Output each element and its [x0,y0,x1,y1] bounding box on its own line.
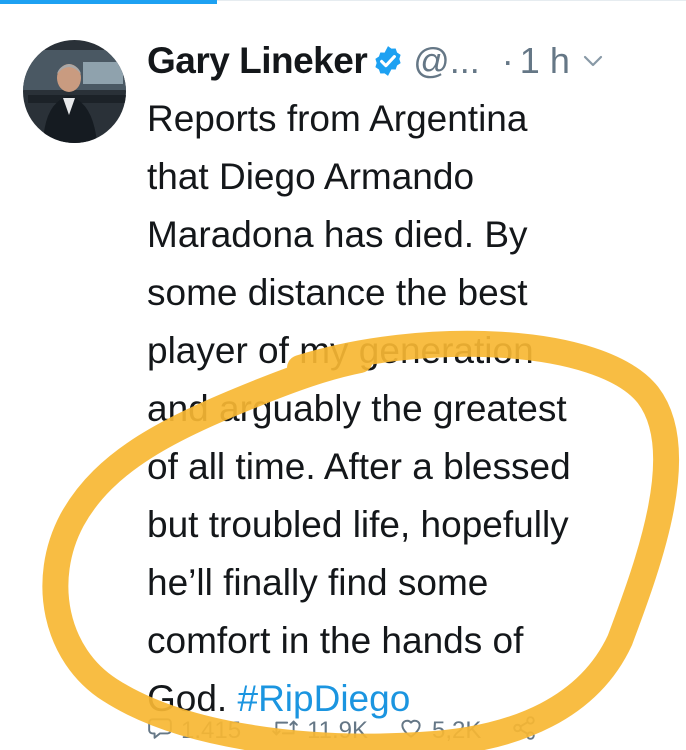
like-button[interactable]: 5,2K [398,715,481,748]
tweet-header: Gary Lineker @... · 1 h [147,36,677,86]
retweet-count: 11.9K [307,717,368,744]
tweet-line: he’ll finally find some [147,562,489,603]
tweet-time[interactable]: 1 h [520,40,570,82]
tweet-line: Maradona has died. By [147,214,528,255]
tweet-line: but troubled life, hopefully [147,504,569,545]
author-name[interactable]: Gary Lineker [147,40,368,82]
active-tab-indicator [0,0,217,4]
tweet-line: of all time. After a blessed [147,446,571,487]
tweet-line: some distance the best [147,272,528,313]
tweet-actions: 1.415 11.9K 5,2K [147,712,667,750]
reply-icon [147,715,173,748]
share-icon [511,715,537,748]
avatar[interactable] [23,40,126,143]
author-handle[interactable]: @... [413,40,480,82]
like-icon [398,715,424,748]
share-button[interactable] [511,715,537,748]
verified-badge-icon [371,44,405,78]
reply-count: 1.415 [181,717,242,744]
retweet-button[interactable]: 11.9K [271,715,368,748]
tweet-line: that Diego Armando [147,156,475,197]
like-count: 5,2K [432,717,482,744]
chevron-down-icon[interactable] [582,50,604,72]
tweet-text: Reports from Argentina that Diego Armand… [147,90,667,728]
header-separator: · [501,40,514,81]
top-divider [217,0,686,1]
tweet-line: and arguably the greatest [147,388,567,429]
tweet-line: Reports from Argentina [147,98,528,139]
retweet-icon [271,715,299,748]
tweet-line: player of my generation [147,330,534,371]
tweet-line: comfort in the hands of [147,620,524,661]
reply-button[interactable]: 1.415 [147,715,241,748]
avatar-photo [23,40,126,143]
